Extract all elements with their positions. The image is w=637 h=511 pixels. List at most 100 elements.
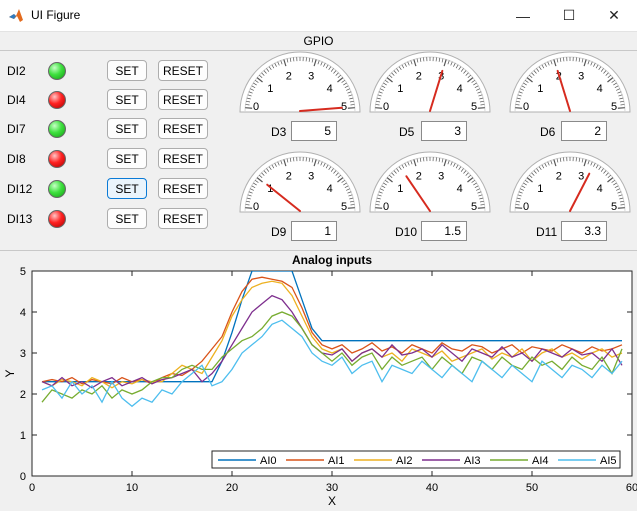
y-tick-label: 0: [20, 471, 26, 483]
led-di8: [48, 150, 66, 168]
di-label-di7: DI7: [7, 122, 26, 136]
maximize-icon: ☐: [562, 7, 576, 23]
di-label-di12: DI12: [7, 182, 33, 196]
gauge-tick-label: 3: [578, 71, 584, 83]
reset-button-di13[interactable]: RESET: [158, 208, 208, 229]
matlab-app-icon: [9, 9, 23, 22]
gauge-tick-label: 3: [438, 171, 444, 183]
minimize-icon: —: [516, 7, 530, 24]
x-axis-label: X: [328, 494, 336, 508]
led-di2: [48, 62, 66, 80]
x-tick-label: 10: [126, 482, 138, 494]
gauge-value-field-d9[interactable]: 1: [291, 221, 337, 241]
reset-button-di12[interactable]: RESET: [158, 178, 208, 199]
y-tick-label: 3: [20, 348, 26, 360]
gauge-label-d6: D6: [540, 125, 556, 139]
gauge-tick-label: 5: [611, 101, 617, 113]
gauge-tick-label: 1: [397, 183, 403, 195]
gauge-value-field-d10[interactable]: 1.5: [421, 221, 467, 241]
gauge-tick-label: 4: [457, 183, 463, 195]
gauge-value-field-d11[interactable]: 3.3: [561, 221, 607, 241]
gauge-tick-label: 5: [341, 201, 347, 213]
gauge-value-field-d6[interactable]: 2: [561, 121, 607, 141]
gauge-tick-label: 3: [308, 71, 314, 83]
x-tick-label: 50: [526, 482, 538, 494]
gauge-tick-label: 1: [267, 83, 273, 95]
gauge-label-d10: D10: [395, 225, 418, 239]
title-bar: UI Figure — ☐ ✕: [0, 0, 637, 32]
gauge-tick-label: 2: [416, 171, 422, 183]
set-button-di2[interactable]: SET: [107, 60, 147, 81]
gauge-tick-label: 5: [471, 101, 477, 113]
gauge-label-d5: D5: [399, 125, 415, 139]
gauge-tick-label: 5: [611, 201, 617, 213]
set-button-di13[interactable]: SET: [107, 208, 147, 229]
set-button-di8[interactable]: SET: [107, 148, 147, 169]
x-tick-label: 40: [426, 482, 438, 494]
set-button-di12[interactable]: SET: [107, 178, 147, 199]
window-title: UI Figure: [31, 8, 81, 22]
gauge-tick-label: 1: [537, 183, 543, 195]
close-button[interactable]: ✕: [591, 0, 637, 31]
gauge-tick-label: 3: [308, 171, 314, 183]
di-label-di4: DI4: [7, 93, 26, 107]
gauge-tick-label: 0: [523, 101, 529, 113]
x-tick-label: 0: [29, 482, 35, 494]
gauge-d6: 012345: [509, 51, 631, 113]
reset-button-di4[interactable]: RESET: [158, 89, 208, 110]
di-label-di8: DI8: [7, 152, 26, 166]
gauge-tick-label: 4: [327, 83, 333, 95]
reset-button-di2[interactable]: RESET: [158, 60, 208, 81]
set-button-di7[interactable]: SET: [107, 118, 147, 139]
led-di7: [48, 120, 66, 138]
gauge-d3: 012 345: [239, 51, 361, 113]
led-di12: [48, 180, 66, 198]
di-label-di2: DI2: [7, 64, 26, 78]
gauge-d5: 012345: [369, 51, 491, 113]
gauge-tick-label: 2: [286, 171, 292, 183]
gauge-tick-label: 1: [537, 83, 543, 95]
gauge-tick-label: 2: [416, 71, 422, 83]
gauge-tick-label: 3: [578, 171, 584, 183]
close-icon: ✕: [608, 7, 620, 23]
gauge-tick-label: 1: [397, 83, 403, 95]
gauge-tick-label: 2: [286, 71, 292, 83]
plot-area: [31, 270, 633, 477]
legend-entry: AI2: [396, 455, 413, 467]
gauge-d10: 01 2 3 45: [369, 151, 491, 213]
gauge-value-field-d5[interactable]: 3: [421, 121, 467, 141]
gauge-tick-label: 5: [471, 201, 477, 213]
legend-entry: AI0: [260, 455, 277, 467]
set-button-di4[interactable]: SET: [107, 89, 147, 110]
gauge-d11: 01 2 3 45: [509, 151, 631, 213]
x-tick-label: 30: [326, 482, 338, 494]
gauge-tick-label: 0: [253, 201, 259, 213]
gauge-tick-label: 0: [253, 101, 259, 113]
legend-entry: AI3: [464, 455, 481, 467]
y-tick-label: 5: [20, 266, 26, 278]
y-tick-label: 4: [20, 307, 26, 319]
gauge-tick-label: 0: [523, 201, 529, 213]
legend-entry: AI4: [532, 455, 549, 467]
led-di13: [48, 210, 66, 228]
y-tick-label: 2: [20, 389, 26, 401]
di-label-di13: DI13: [7, 212, 33, 226]
legend-entry: AI1: [328, 455, 345, 467]
reset-button-di7[interactable]: RESET: [158, 118, 208, 139]
gauge-tick-label: 0: [383, 201, 389, 213]
chart-title: Analog inputs: [292, 253, 372, 267]
gauge-label-d11: D11: [536, 225, 558, 239]
gpio-panel-title: GPIO: [303, 34, 334, 48]
gauge-label-d3: D3: [271, 125, 287, 139]
maximize-button[interactable]: ☐: [546, 0, 592, 31]
reset-button-di8[interactable]: RESET: [158, 148, 208, 169]
gauge-value-field-d3[interactable]: 5: [291, 121, 337, 141]
gauge-tick-label: 4: [457, 83, 463, 95]
y-axis-label: Y: [3, 369, 17, 377]
y-tick-label: 1: [20, 430, 26, 442]
gauge-tick-label: 4: [597, 83, 603, 95]
x-tick-label: 60: [626, 482, 637, 494]
gauge-tick-label: 4: [327, 183, 333, 195]
minimize-button[interactable]: —: [500, 0, 546, 31]
legend-entry: AI5: [600, 455, 617, 467]
